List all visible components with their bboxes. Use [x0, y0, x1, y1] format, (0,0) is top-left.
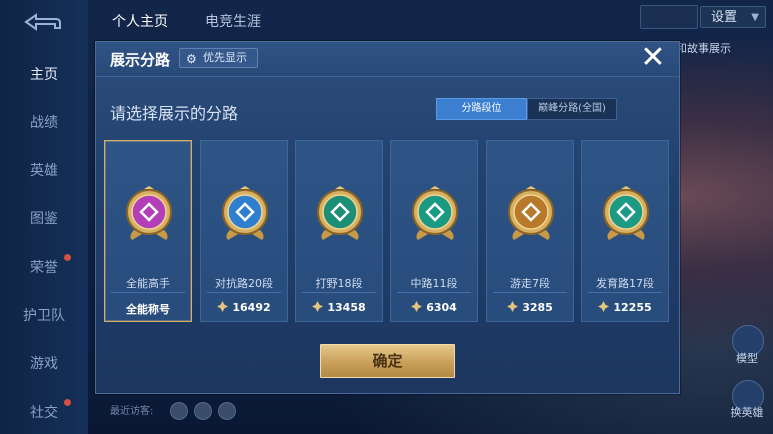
priority-display-button[interactable]: ⚙ 优先显示 [179, 48, 258, 68]
allround-emblem-icon [126, 186, 172, 240]
divider [111, 292, 185, 293]
avatar[interactable] [194, 402, 212, 420]
tab-profile[interactable]: 个人主页 [112, 11, 168, 31]
divider [588, 292, 662, 293]
tab-lane-rank[interactable]: 分路段位 [436, 98, 527, 120]
lane-card-name: 全能高手 [126, 277, 170, 290]
swap-hero-label: 换英雄 [730, 406, 764, 419]
rank-points-icon [411, 301, 423, 312]
lane-card-score-row: 12255 [582, 301, 668, 314]
lane-card-score-row: 13458 [296, 301, 382, 314]
gear-icon: ⚙ [186, 52, 197, 66]
lane-card[interactable]: 对抗路20段 16492 [200, 140, 288, 322]
rank-points-icon [598, 301, 610, 312]
divider [207, 292, 281, 293]
model-label: 模型 [736, 352, 758, 365]
dialog-title: 展示分路 [110, 51, 171, 69]
chevron-down-icon: ▼ [751, 12, 759, 23]
lane-card-score: 12255 [613, 301, 652, 314]
divider [302, 292, 376, 293]
mid-lane-emblem-icon [412, 186, 458, 240]
tab-peak-lane[interactable]: 巅峰分路(全国) [527, 98, 617, 120]
nav-item-honor[interactable]: 荣誉 [0, 257, 88, 277]
lane-card-score: 13458 [327, 301, 366, 314]
settings-button[interactable]: 设置 ▼ [700, 6, 766, 28]
lane-card[interactable]: 中路11段 6304 [390, 140, 478, 322]
nav-item-guard[interactable]: 护卫队 [0, 305, 88, 325]
lane-card-score: 6304 [426, 301, 457, 314]
farm-lane-emblem-icon [603, 186, 649, 240]
lane-card[interactable]: 发育路17段 12255 [581, 140, 669, 322]
priority-display-label: 优先显示 [203, 51, 247, 64]
divider [493, 292, 567, 293]
lane-card-score-row: 6304 [391, 301, 477, 314]
lane-card-score-row: 3285 [487, 301, 573, 314]
confirm-button[interactable]: 确定 [320, 344, 455, 378]
rank-points-icon [312, 301, 324, 312]
lane-card-name: 打野18段 [315, 277, 363, 290]
lane-card-name: 发育路17段 [596, 277, 654, 290]
lane-card-score: 全能称号 [126, 303, 170, 316]
lane-display-dialog: 展示分路 ⚙ 优先显示 ✕ 请选择展示的分路 分路段位 巅峰分路(全国) 全能高… [95, 41, 680, 394]
lane-card[interactable]: 全能高手 全能称号 [104, 140, 192, 322]
lane-card-name: 对抗路20段 [215, 277, 273, 290]
nav-item-heroes[interactable]: 英雄 [0, 160, 88, 180]
visitor-avatars [170, 402, 242, 424]
close-button[interactable]: ✕ [636, 42, 670, 76]
nav-item-records[interactable]: 战绩 [0, 112, 88, 132]
status-badge [640, 5, 698, 29]
lane-card[interactable]: 游走7段 3285 [486, 140, 574, 322]
rank-points-icon [217, 301, 229, 312]
notification-dot [64, 399, 71, 406]
left-nav: 主页 战绩 英雄 图鉴 荣誉 护卫队 游戏 社交 [0, 0, 88, 434]
background-caption: 和故事展示 [676, 42, 731, 55]
back-arrow-icon[interactable] [22, 12, 62, 32]
notification-dot [64, 254, 71, 261]
nav-item-codex[interactable]: 图鉴 [0, 208, 88, 228]
dialog-header: 展示分路 ⚙ 优先显示 ✕ [96, 42, 679, 77]
lane-card-name: 游走7段 [510, 277, 550, 290]
avatar[interactable] [170, 402, 188, 420]
lane-card-name: 中路11段 [410, 277, 458, 290]
nav-item-social[interactable]: 社交 [0, 402, 88, 422]
lane-card-score-row: 16492 [201, 301, 287, 314]
dialog-subtitle: 请选择展示的分路 [110, 104, 239, 123]
jungle-emblem-icon [317, 186, 363, 240]
avatar[interactable] [218, 402, 236, 420]
nav-item-game[interactable]: 游戏 [0, 353, 88, 373]
recent-visitors-label: 最近访客: [110, 406, 154, 417]
clash-lane-emblem-icon [222, 186, 268, 240]
nav-item-home[interactable]: 主页 [0, 64, 88, 84]
lane-card-score: 3285 [522, 301, 553, 314]
lane-card-score: 16492 [232, 301, 271, 314]
lane-card[interactable]: 打野18段 13458 [295, 140, 383, 322]
divider [397, 292, 471, 293]
roam-emblem-icon [508, 186, 554, 240]
settings-label: 设置 [711, 10, 738, 25]
rank-points-icon [507, 301, 519, 312]
tab-esports[interactable]: 电竞生涯 [205, 11, 261, 31]
lane-card-score-row: 全能称号 [105, 301, 191, 317]
